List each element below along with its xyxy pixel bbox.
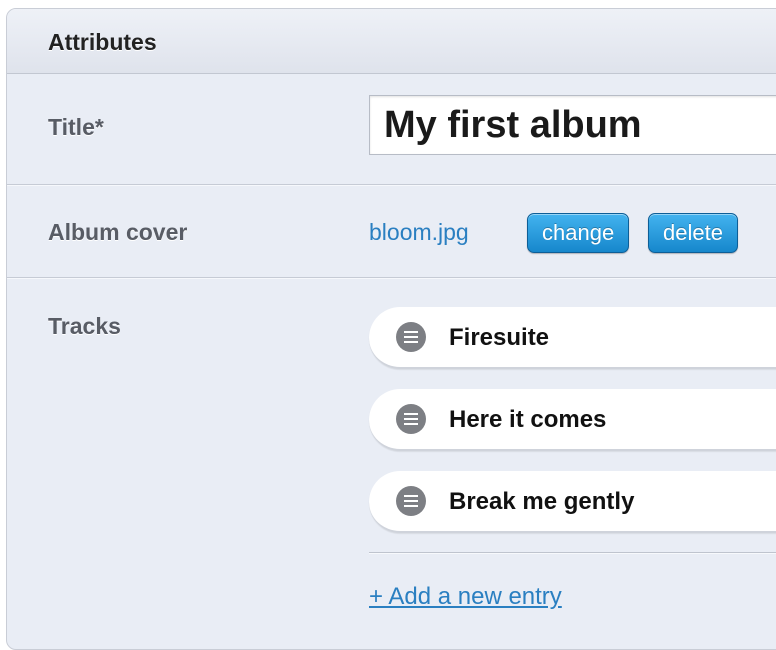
- track-name: Break me gently: [449, 488, 635, 515]
- track-name: Here it comes: [449, 406, 607, 433]
- drag-handle-icon[interactable]: [396, 486, 426, 516]
- panel-title: Attributes: [48, 29, 157, 55]
- tracks-label: Tracks: [48, 313, 121, 339]
- delete-cover-button[interactable]: delete: [648, 213, 738, 253]
- change-cover-button[interactable]: change: [527, 213, 630, 253]
- title-input[interactable]: [369, 95, 776, 155]
- row-divider: [7, 184, 776, 186]
- row-divider: [7, 277, 776, 279]
- track-item[interactable]: Here it comes: [369, 389, 776, 451]
- track-item[interactable]: Break me gently: [369, 471, 776, 533]
- attributes-panel: Attributes Title* Album cover bloom.jpg …: [6, 8, 776, 650]
- tracks-divider: [369, 552, 776, 554]
- album-cover-file-link[interactable]: bloom.jpg: [369, 219, 469, 246]
- drag-handle-icon[interactable]: [396, 322, 426, 352]
- album-cover-label: Album cover: [48, 219, 188, 245]
- add-new-entry-link[interactable]: + Add a new entry: [369, 583, 562, 611]
- drag-handle-icon[interactable]: [396, 404, 426, 434]
- panel-header: Attributes: [7, 9, 776, 74]
- track-item[interactable]: Firesuite: [369, 307, 776, 369]
- title-label: Title*: [48, 114, 104, 140]
- track-name: Firesuite: [449, 324, 550, 351]
